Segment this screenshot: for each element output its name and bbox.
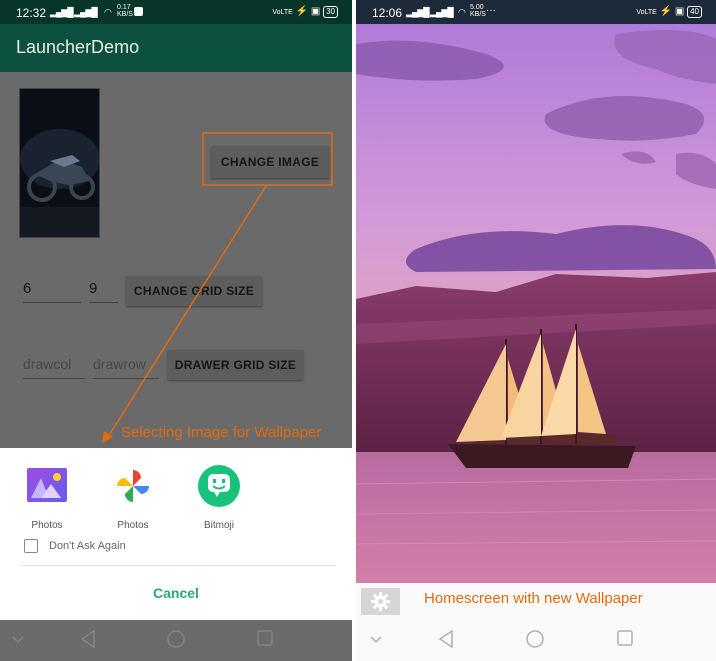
annotation-left: Selecting Image for Wallpaper: [121, 424, 322, 441]
annotation-arrow: [107, 185, 267, 438]
highlight-box: [202, 132, 333, 186]
annotation-right: Homescreen with new Wallpaper: [424, 590, 643, 607]
annotation-overlay: [102, 132, 333, 443]
